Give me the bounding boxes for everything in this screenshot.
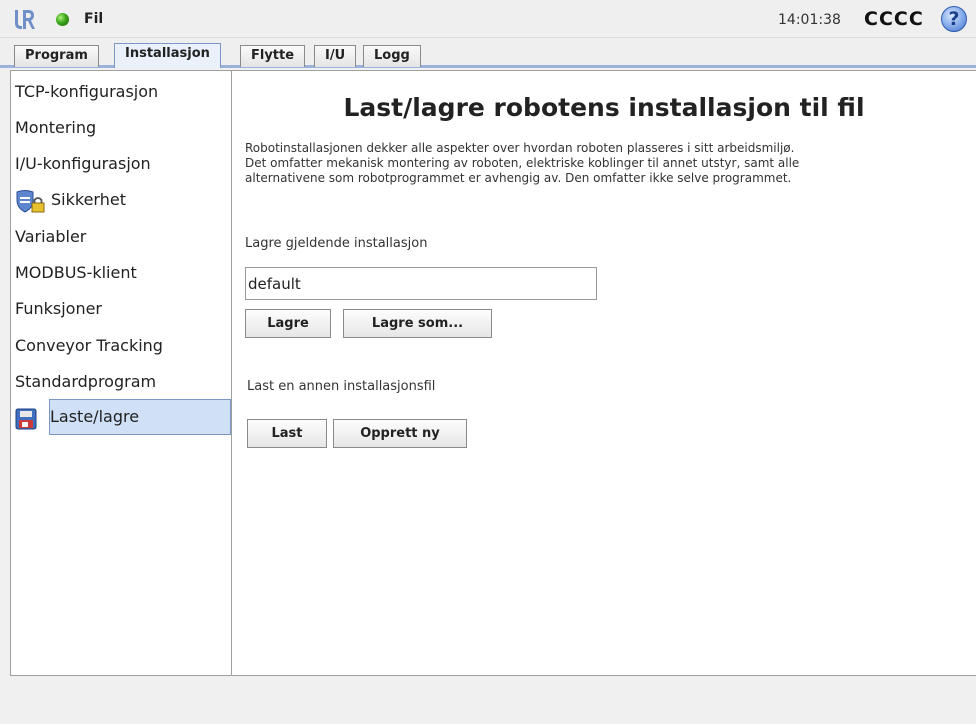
installation-sidebar: TCP-konfigurasjon Montering I/U-konfigur… bbox=[10, 70, 232, 676]
description-line: alternativene som robotprogrammet er avh… bbox=[245, 171, 792, 185]
sidebar-item-default-program[interactable]: Standardprogram bbox=[11, 364, 231, 400]
sidebar-item-conveyor-tracking[interactable]: Conveyor Tracking bbox=[11, 328, 231, 364]
save-button[interactable]: Lagre bbox=[245, 309, 331, 338]
title-bar: Fil 14:01:38 CCCC ? bbox=[0, 0, 976, 38]
load-section-label: Last en annen installasjonsfil bbox=[247, 379, 436, 394]
sidebar-item-features[interactable]: Funksjoner bbox=[11, 291, 231, 327]
sidebar-item-label: Standardprogram bbox=[15, 372, 157, 391]
load-button[interactable]: Last bbox=[247, 419, 327, 448]
description-line: Robotinstallasjonen dekker alle aspekter… bbox=[245, 141, 795, 155]
sidebar-item-tcp[interactable]: TCP-konfigurasjon bbox=[11, 74, 231, 110]
tab-bar: Program Installasjon Flytte I/U Logg bbox=[0, 38, 976, 68]
sidebar-item-label: Variabler bbox=[15, 227, 87, 246]
clock: 14:01:38 bbox=[778, 12, 841, 28]
help-icon[interactable]: ? bbox=[941, 6, 967, 32]
sidebar-item-label: MODBUS-klient bbox=[15, 263, 137, 282]
tab-log[interactable]: Logg bbox=[363, 45, 421, 67]
robot-name: CCCC bbox=[864, 8, 924, 30]
page-description: Robotinstallasjonen dekker alle aspekter… bbox=[245, 141, 965, 186]
robot-status-indicator bbox=[56, 13, 69, 26]
tab-io[interactable]: I/U bbox=[314, 45, 357, 67]
create-new-button[interactable]: Opprett ny bbox=[333, 419, 467, 448]
tab-installation[interactable]: Installasjon bbox=[114, 43, 221, 68]
tab-program[interactable]: Program bbox=[14, 45, 99, 67]
installation-filename-input[interactable] bbox=[245, 267, 597, 300]
footer-area bbox=[0, 676, 976, 724]
shield-lock-icon bbox=[16, 189, 45, 213]
sidebar-item-label: Montering bbox=[15, 118, 97, 137]
sidebar-item-safety[interactable]: Sikkerhet bbox=[11, 182, 231, 218]
file-menu[interactable]: Fil bbox=[84, 11, 103, 27]
floppy-disk-icon bbox=[15, 408, 37, 429]
sidebar-item-label: Laste/lagre bbox=[50, 407, 140, 426]
sidebar-item-label: TCP-konfigurasjon bbox=[15, 82, 159, 101]
description-line: Det omfatter mekanisk montering av robot… bbox=[245, 156, 800, 170]
sidebar-item-label: Sikkerhet bbox=[51, 190, 126, 209]
sidebar-item-mounting[interactable]: Montering bbox=[11, 110, 231, 146]
save-as-button[interactable]: Lagre som... bbox=[343, 309, 492, 338]
sidebar-item-label: Conveyor Tracking bbox=[15, 336, 163, 355]
sidebar-item-modbus[interactable]: MODBUS-klient bbox=[11, 255, 231, 291]
tab-move[interactable]: Flytte bbox=[240, 45, 306, 67]
sidebar-selected-highlight[interactable]: Laste/lagre bbox=[49, 399, 231, 435]
sidebar-item-io-setup[interactable]: I/U-konfigurasjon bbox=[11, 146, 231, 182]
save-section-label: Lagre gjeldende installasjon bbox=[245, 236, 428, 251]
ur-logo-icon bbox=[15, 10, 35, 29]
sidebar-item-label: I/U-konfigurasjon bbox=[15, 154, 151, 173]
sidebar-item-variables[interactable]: Variabler bbox=[11, 219, 231, 255]
page-title: Last/lagre robotens installasjon til fil bbox=[343, 93, 865, 122]
main-panel: Last/lagre robotens installasjon til fil… bbox=[232, 70, 976, 676]
sidebar-item-label: Funksjoner bbox=[15, 299, 103, 318]
